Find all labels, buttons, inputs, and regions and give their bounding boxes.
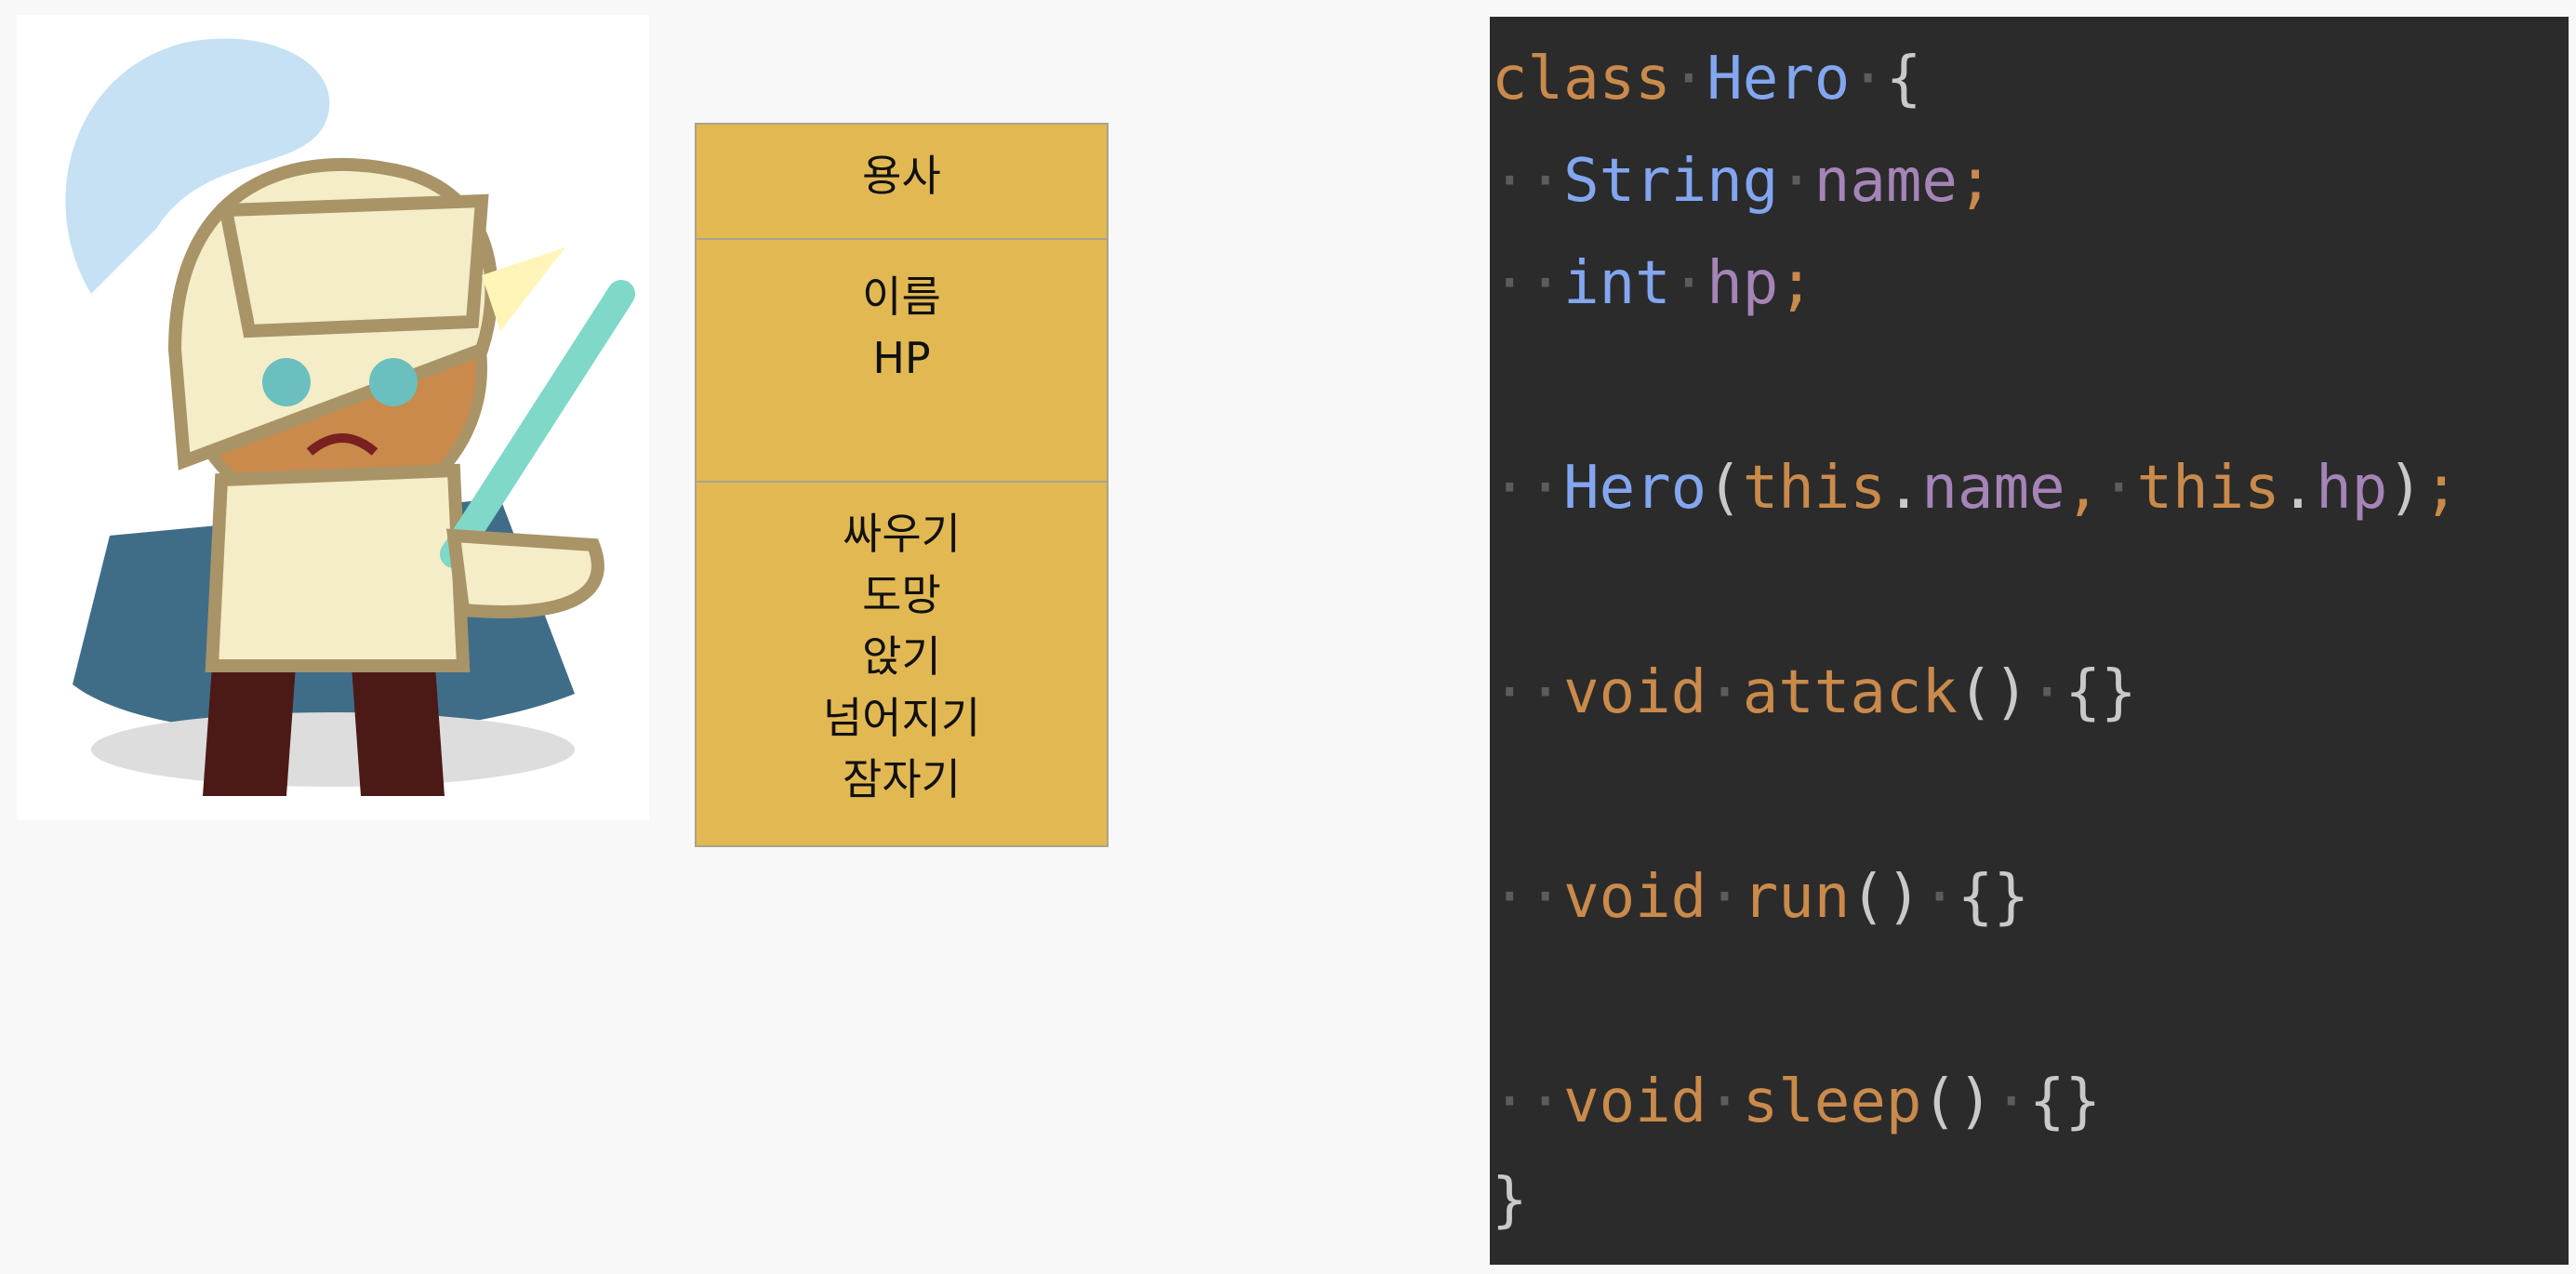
uml-operations: 싸우기 도망 앉기 넘어지기 잠자기 <box>697 483 1107 845</box>
code-token: · <box>2028 658 2065 727</box>
code-token: · <box>1921 863 1958 932</box>
code-line: } <box>1492 1166 1528 1235</box>
code-token: void <box>1563 658 1707 727</box>
code-token: ·· <box>1492 658 1564 727</box>
code-token: · <box>1670 249 1707 318</box>
code-token: · <box>1850 45 1886 113</box>
knight-cookie-illustration <box>17 15 649 820</box>
code-line: ··String·name; <box>1492 147 1993 216</box>
code-token: Hero <box>1563 454 1707 523</box>
code-token: this <box>1742 454 1886 523</box>
code-line: ··void·run()·{} <box>1492 863 2029 932</box>
code-token: String <box>1563 147 1779 216</box>
code-line: class·Hero·{ <box>1492 45 1921 113</box>
code-token: () <box>1850 863 1922 932</box>
code-token: name <box>1921 454 2065 523</box>
uml-class-name: 용사 <box>697 125 1107 240</box>
operation: 잠자기 <box>843 754 961 804</box>
code-token: this <box>2136 454 2280 523</box>
code-token: hp <box>1706 249 1779 318</box>
code-token: · <box>1706 1068 1743 1136</box>
operation: 넘어지기 <box>822 693 981 743</box>
code-token: ·· <box>1492 863 1564 932</box>
code-token: {} <box>1957 863 2029 932</box>
code-line: ··Hero(this.name,·this.hp); <box>1492 454 2459 523</box>
code-token: ) <box>2387 454 2423 523</box>
uml-class-diagram: 용사 이름 HP 싸우기 도망 앉기 넘어지기 잠자기 <box>695 123 1109 847</box>
code-token: · <box>1670 45 1707 113</box>
code-line: ··void·sleep()·{} <box>1492 1068 2101 1136</box>
code-token: () <box>1957 658 2029 727</box>
code-token: {} <box>2028 1068 2102 1136</box>
code-token: . <box>2279 454 2317 523</box>
code-token: class <box>1492 45 1671 113</box>
code-token: . <box>1885 454 1922 523</box>
class-name-text: 용사 <box>862 151 941 201</box>
code-token: · <box>1993 1068 2029 1136</box>
code-token: () <box>1921 1068 1994 1136</box>
code-token: · <box>1778 147 1814 216</box>
uml-attributes: 이름 HP <box>697 240 1107 483</box>
code-line: ··void·attack()·{} <box>1492 658 2137 727</box>
code-token: ; <box>1957 147 1994 216</box>
code-token: Hero <box>1706 45 1851 113</box>
code-token: ( <box>1706 454 1743 523</box>
code-token: } <box>1492 1166 1528 1235</box>
code-token: sleep <box>1742 1068 1922 1136</box>
code-token: · <box>2101 454 2137 523</box>
code-token: hp <box>2316 454 2388 523</box>
code-token: ·· <box>1492 249 1564 318</box>
code-token: ·· <box>1492 454 1564 523</box>
code-editor-panel: class·Hero·{··String·name; ··int·hp; ··Her… <box>1490 17 2569 1265</box>
code-token: ; <box>2423 454 2460 523</box>
code-token: void <box>1563 1068 1707 1136</box>
code-token: ·· <box>1492 1068 1564 1136</box>
attribute: HP <box>872 333 931 383</box>
code-token: int <box>1563 249 1671 318</box>
code-token: · <box>1706 658 1743 727</box>
operation: 앉기 <box>862 631 941 682</box>
code-token: ; <box>1778 249 1814 318</box>
code-token: attack <box>1742 658 1958 727</box>
operation: 도망 <box>862 570 941 620</box>
code-token: · <box>1706 863 1743 932</box>
code-token: run <box>1742 863 1851 932</box>
code-line: ··int·hp; <box>1492 249 1814 318</box>
code-token: name <box>1813 147 1958 216</box>
code-token: {} <box>2065 658 2137 727</box>
code-token: void <box>1563 863 1707 932</box>
code-token: { <box>1885 45 1922 113</box>
code-token: ·· <box>1492 147 1564 216</box>
attribute: 이름 <box>862 272 941 322</box>
code-token: , <box>2065 454 2102 523</box>
operation: 싸우기 <box>843 509 961 559</box>
